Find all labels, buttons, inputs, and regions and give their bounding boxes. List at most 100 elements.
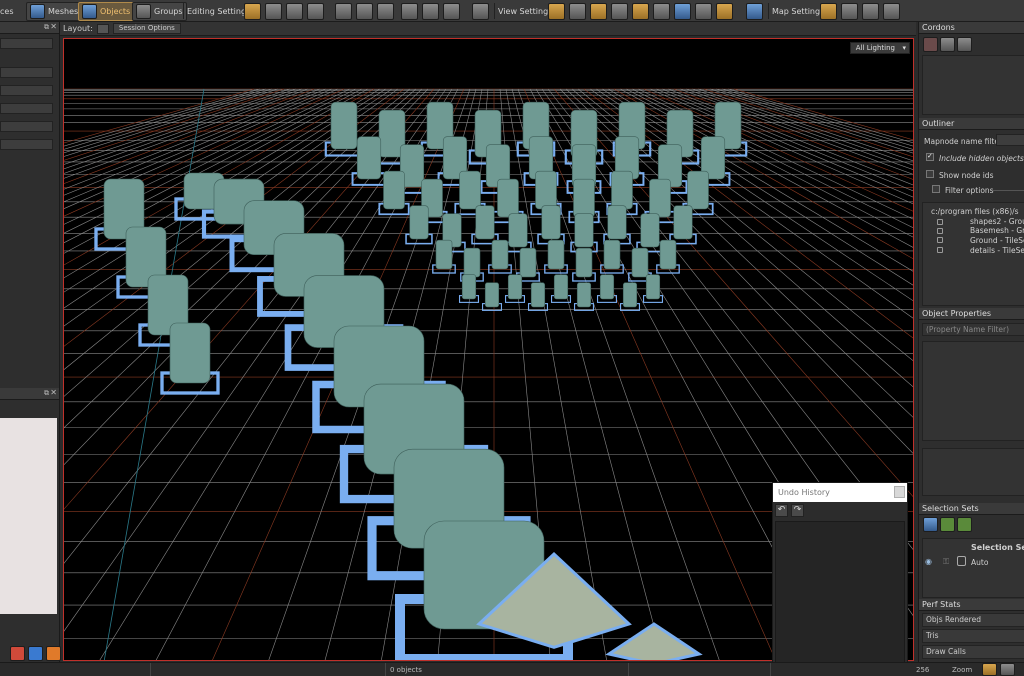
left-field-2[interactable]	[0, 67, 53, 78]
red-swatch-icon[interactable]	[10, 646, 25, 661]
undo-arrow-icon[interactable]: ↶	[775, 504, 788, 517]
left-field-6[interactable]	[0, 139, 53, 150]
map-tile-icon[interactable]	[820, 2, 837, 20]
filter-options-toggle[interactable]	[932, 185, 940, 193]
objects-button[interactable]: Objects	[78, 1, 135, 21]
selection-sets-header: Selection Sets	[919, 503, 1024, 515]
tree-item-basemesh[interactable]: Basemesh - Gro	[970, 226, 1024, 235]
meshes-button[interactable]: Meshes	[26, 1, 83, 21]
tree-item-details[interactable]: details - TileSet	[970, 246, 1024, 255]
map-hatch-icon[interactable]	[841, 2, 858, 20]
filter-divider	[993, 190, 1024, 191]
selection-sets-tools	[923, 517, 972, 532]
status-grid-icon[interactable]	[1000, 663, 1015, 676]
selection-set-merge-icon[interactable]	[957, 517, 972, 532]
tree-item-shapes2[interactable]: shapes2 - Group	[970, 217, 1024, 226]
undo-history-title: Undo History	[778, 488, 830, 497]
bounds-tool-icon[interactable]	[307, 2, 324, 20]
mapnode-filter-input[interactable]	[996, 134, 1024, 146]
toolbar-places-tab[interactable]: ces	[0, 0, 14, 22]
selection-set-new-icon[interactable]	[923, 517, 938, 532]
view-box-icon[interactable]	[653, 2, 670, 20]
scale-icon[interactable]	[356, 2, 373, 20]
view-runner-icon[interactable]	[695, 2, 712, 20]
left-field-3[interactable]	[0, 85, 53, 96]
left-tool-panel: ⧉ ✕	[0, 22, 60, 388]
main-toolbar: ces Meshes Objects Groups Editing Settin…	[0, 0, 1024, 22]
lighting-dropdown[interactable]: All Lighting	[849, 42, 910, 54]
view-monitor-icon[interactable]	[746, 2, 763, 20]
group-icon	[937, 228, 943, 234]
filter-options-label: Filter options	[945, 186, 994, 195]
zoom-label: Zoom	[952, 666, 973, 674]
view-mountain-icon[interactable]	[569, 2, 586, 20]
view-terrain-icon[interactable]	[611, 2, 628, 20]
orange-swatch-icon[interactable]	[46, 646, 61, 661]
status-bar: 0 objects 256 Zoom	[0, 662, 1024, 676]
tree-root[interactable]: c:/program files (x86)/s	[931, 207, 1019, 216]
cordon-brush-icon[interactable]	[940, 37, 955, 52]
show-node-ids-label: Show node ids	[939, 171, 994, 180]
left-field-1[interactable]	[0, 38, 53, 49]
meshes-label: Meshes	[48, 6, 79, 16]
camera-icon[interactable]	[401, 2, 418, 20]
gamepad-icon[interactable]	[472, 2, 489, 20]
snap-icon[interactable]	[335, 2, 352, 20]
close-icon[interactable]: ✕	[50, 388, 57, 397]
map-brush-icon[interactable]	[862, 2, 879, 20]
map-settings-label: Map Settings:	[772, 6, 827, 16]
status-view-icon[interactable]	[982, 663, 997, 676]
map-paint-icon[interactable]	[883, 2, 900, 20]
mapnode-filter-label: Mapnode name filter	[924, 137, 1003, 146]
layout-grid-icon[interactable]	[96, 23, 109, 34]
lock-icon[interactable]: ⚿	[943, 557, 949, 567]
layout-label: Layout:	[63, 24, 93, 33]
cordons-header: Cordons	[919, 22, 1024, 34]
groups-icon	[136, 3, 151, 19]
undock-icon[interactable]: ⧉	[44, 389, 49, 398]
umbrella-icon[interactable]	[443, 2, 460, 20]
undo-close-icon[interactable]	[894, 486, 905, 498]
cordons-list[interactable]	[922, 55, 1024, 115]
select-tool-icon[interactable]	[244, 2, 261, 20]
perf-objs-rendered: Objs Rendered	[922, 613, 1024, 627]
eye-icon[interactable]: ◉	[925, 557, 932, 566]
groups-button[interactable]: Groups	[132, 1, 187, 21]
show-node-ids-checkbox[interactable]	[926, 170, 934, 178]
tree-item-ground[interactable]: Ground - TileSet	[970, 236, 1024, 245]
undo-history-titlebar[interactable]: Undo History	[773, 483, 907, 502]
view-point-icon[interactable]	[548, 2, 565, 20]
include-hidden-checkbox[interactable]	[926, 152, 934, 161]
selection-set-add-icon[interactable]	[940, 517, 955, 532]
redo-arrow-icon[interactable]: ↷	[791, 504, 804, 517]
preview-swatch	[0, 418, 57, 614]
left-field-4[interactable]	[0, 103, 53, 114]
session-options-button[interactable]: Session Options	[112, 23, 181, 34]
objects-e-icon	[82, 3, 97, 19]
scene-props[interactable]	[94, 101, 748, 661]
blue-swatch-icon[interactable]	[28, 646, 43, 661]
cordon-paint-icon[interactable]	[957, 37, 972, 52]
zoom-value[interactable]: 256	[916, 666, 929, 674]
objects-label: Objects	[100, 6, 131, 16]
undock-icon[interactable]: ⧉	[44, 23, 49, 32]
property-filter-input[interactable]: (Property Name Filter)	[922, 323, 1024, 336]
undo-history-list[interactable]	[775, 521, 905, 671]
properties-grid[interactable]	[922, 341, 1024, 441]
selection-set-auto[interactable]: Auto	[971, 558, 988, 567]
transform-icon[interactable]	[377, 2, 394, 20]
layout-bar: Layout: Session Options	[60, 22, 916, 36]
view-settings-label: View Settings:	[498, 6, 556, 16]
view-grid-icon[interactable]	[716, 2, 733, 20]
view-plane-icon[interactable]	[632, 2, 649, 20]
cordon-hatch-icon[interactable]	[923, 37, 938, 52]
left-field-5[interactable]	[0, 121, 53, 132]
close-icon[interactable]: ✕	[50, 22, 57, 31]
view-cube-icon[interactable]	[674, 2, 691, 20]
objects-e-icon	[957, 556, 966, 566]
bucket-icon[interactable]	[422, 2, 439, 20]
line-tool-icon[interactable]	[286, 2, 303, 20]
axis-tool-icon[interactable]	[265, 2, 282, 20]
view-pot-icon[interactable]	[590, 2, 607, 20]
toolbar-places-label: ces	[0, 6, 14, 16]
